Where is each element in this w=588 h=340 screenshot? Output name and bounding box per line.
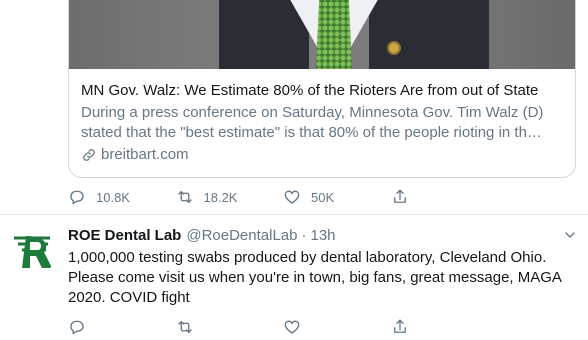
link-icon [83,149,95,161]
share-icon [393,189,406,203]
reply-icon [70,190,84,205]
like-count: 50K [311,189,335,205]
share-button[interactable] [391,316,499,338]
share-icon [393,319,406,333]
tweet-header: ROE Dental Lab @RoeDentalLab · 13h [68,226,576,246]
retweet-button[interactable]: 18.2K [176,186,284,208]
retweet-button[interactable] [176,316,284,338]
retweet-icon [177,191,192,203]
link-preview-card[interactable]: MN Gov. Walz: We Estimate 80% of the Rio… [68,0,576,178]
like-button[interactable] [283,316,391,338]
chevron-down-icon[interactable] [562,226,578,244]
avatar[interactable] [10,226,58,274]
author-handle[interactable]: @RoeDentalLab [186,226,297,246]
reply-count: 10.8K [96,189,130,205]
card-body: MN Gov. Walz: We Estimate 80% of the Rio… [81,81,567,165]
card-link[interactable]: breitbart.com [81,145,567,165]
tweet1-action-bar: 10.8K 18.2K 50K [68,186,498,208]
author-name[interactable]: ROE Dental Lab [68,226,181,246]
roe-logo-icon [14,236,52,268]
separator: · [301,227,307,244]
reply-icon [70,320,84,335]
like-icon [284,320,300,334]
like-button[interactable]: 50K [283,186,391,208]
tweet[interactable]: ROE Dental Lab @RoeDentalLab · 13h 1,000… [68,226,576,308]
reply-button[interactable] [68,316,176,338]
tweet-text: 1,000,000 testing swabs produced by dent… [68,249,562,306]
preview-image [69,0,575,69]
tweet-divider [0,214,588,215]
card-title: MN Gov. Walz: We Estimate 80% of the Rio… [81,82,539,99]
card-link-text: breitbart.com [101,146,189,163]
retweet-count: 18.2K [203,189,238,205]
lapel-pin [387,41,401,55]
reply-button[interactable]: 10.8K [68,186,176,208]
card-description: During a press conference on Saturday, M… [81,104,544,141]
retweet-icon [177,321,192,333]
timestamp[interactable]: 13h [311,226,336,246]
share-button[interactable] [391,186,499,208]
tweet2-action-bar [68,316,498,338]
like-icon [284,190,300,204]
